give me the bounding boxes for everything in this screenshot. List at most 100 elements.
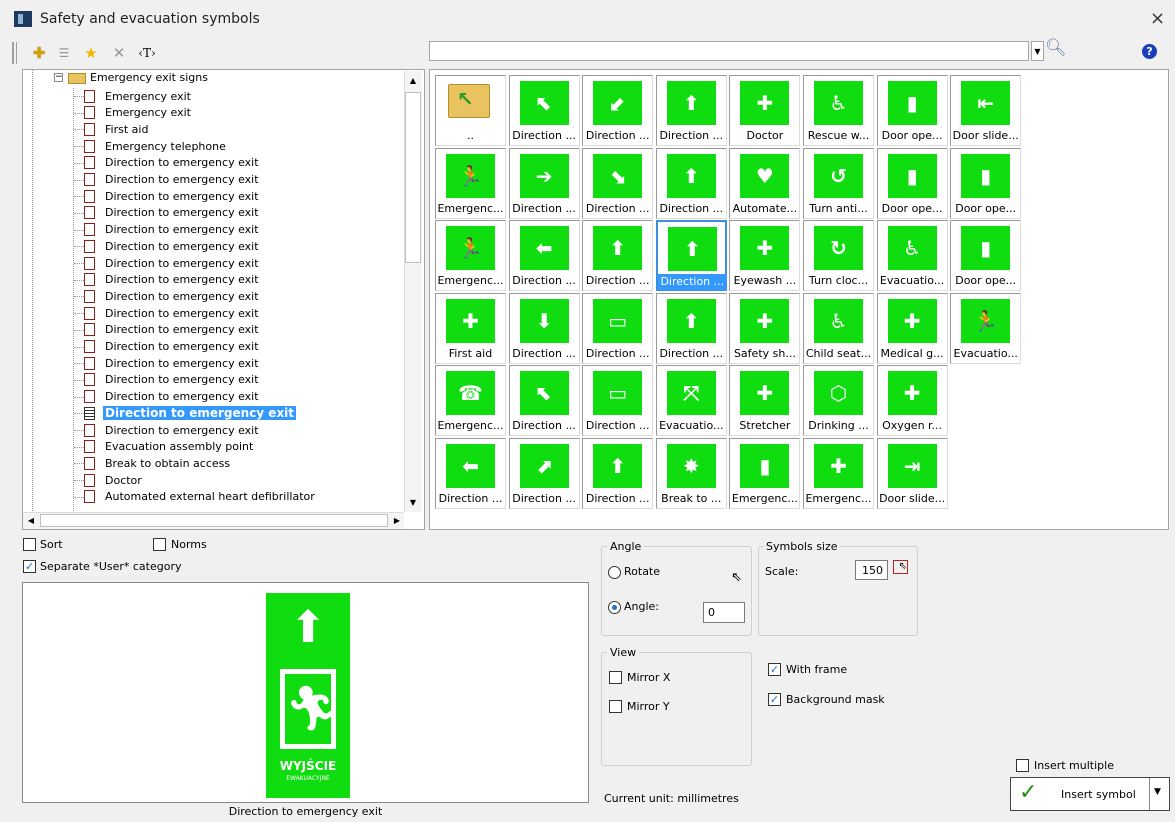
symbol-tile[interactable]: ⬆ Direction ... [655, 147, 727, 219]
angle-input[interactable]: 0 [703, 602, 745, 623]
chevron-down-icon[interactable]: ▼ [1154, 787, 1161, 797]
close-icon[interactable]: × [1150, 8, 1165, 29]
insert-symbol-button[interactable]: ✓ Insert symbol ▼ [1010, 777, 1170, 811]
symbol-tile[interactable]: ♿ Child seat... [803, 292, 874, 364]
tree-item[interactable]: Direction to emergency exit [53, 255, 261, 271]
delete-icon[interactable]: ✕ [108, 42, 130, 64]
symbol-tile[interactable]: ⬈ Direction ... [508, 437, 580, 509]
symbol-tile[interactable]: ⬆ Direction ... [655, 220, 727, 291]
pick-angle-icon[interactable]: ⇖ [731, 570, 742, 585]
symbol-tile[interactable]: ⬋ Direction ... [582, 75, 654, 146]
tree-item[interactable]: Break to obtain access [53, 455, 232, 471]
tree-item[interactable]: Direction to emergency exit [53, 322, 261, 338]
symbol-tile[interactable]: ▮ Door ope... [876, 75, 948, 146]
tree-category-label[interactable]: Emergency exit signs [90, 71, 208, 84]
symbol-tile[interactable]: ⬆ Direction ... [655, 75, 727, 146]
symbol-tile[interactable]: ⬅ Direction ... [508, 220, 580, 291]
mirror-x-checkbox[interactable] [609, 671, 622, 684]
symbol-tile[interactable]: ▮ Door ope... [876, 147, 948, 219]
mirror-y-checkbox[interactable] [609, 700, 622, 713]
tree-scroll-thumb[interactable] [405, 92, 421, 263]
insert-multiple-checkbox[interactable] [1016, 759, 1029, 772]
symbol-tile[interactable]: ▮ Door ope... [950, 220, 1022, 291]
toolbar-grip[interactable] [12, 42, 17, 64]
tree-item[interactable]: Direction to emergency exit [53, 389, 261, 405]
tree-item[interactable]: Direction to emergency exit [53, 238, 261, 254]
symbol-tile[interactable]: ⬆ Direction ... [655, 292, 727, 364]
tree-item[interactable]: Direction to emergency exit [53, 272, 261, 288]
symbol-tile[interactable]: ✸ Break to ... [655, 437, 727, 509]
symbol-tile[interactable]: ✚ Oxygen r... [876, 365, 948, 436]
symbol-tile[interactable]: ⬇ Direction ... [508, 292, 580, 364]
tree-item[interactable]: Doctor [53, 472, 144, 488]
background-mask-checkbox[interactable]: ✓ [768, 693, 781, 706]
symbol-tile[interactable]: ⬡ Drinking ... [803, 365, 874, 436]
help-icon[interactable]: ? [1142, 44, 1157, 59]
scroll-down-icon[interactable]: ▼ [405, 494, 421, 512]
symbol-tile[interactable]: ✚ Emergenc... [803, 437, 874, 509]
search-input[interactable] [429, 41, 1029, 61]
symbol-tile[interactable]: ✚ First aid [435, 292, 506, 364]
tree-item[interactable]: Direction to emergency exit [53, 355, 261, 371]
rotate-radio[interactable] [608, 566, 621, 579]
symbol-grid[interactable]: ↖.. ⬉ Direction ... ⬋ Direction ... ⬆ Directio… [429, 69, 1169, 530]
symbol-tile[interactable]: ♥ Automate... [729, 147, 801, 219]
tree-hscroll-thumb[interactable] [40, 514, 388, 527]
favorite-icon[interactable]: ★ [80, 42, 102, 64]
tree-item[interactable]: Automated external heart defibrillator [53, 489, 317, 505]
tree-item[interactable]: Direction to emergency exit [53, 205, 261, 221]
with-frame-checkbox[interactable]: ✓ [768, 663, 781, 676]
symbol-tile[interactable]: ⬉ Direction ... [508, 75, 580, 146]
symbol-tile[interactable]: 🏃 Emergenc... [435, 147, 506, 219]
tree-item[interactable]: Direction to emergency exit [53, 172, 261, 188]
tree-item[interactable]: First aid [53, 121, 150, 137]
collapse-icon[interactable]: − [54, 73, 63, 82]
symbol-tile[interactable]: ⬉ Direction ... [508, 365, 580, 436]
tree-item[interactable]: Direction to emergency exit [53, 372, 261, 388]
symbol-tile[interactable]: 🏃 Emergenc... [435, 220, 506, 291]
parent-folder-tile[interactable]: ↖.. [435, 75, 506, 146]
symbol-tile[interactable]: ☎ Emergenc... [435, 365, 506, 436]
tree-item[interactable]: Direction to emergency exit [53, 288, 261, 304]
sort-checkbox[interactable] [23, 538, 36, 551]
symbol-tile[interactable]: ▭ Direction ... [582, 292, 654, 364]
symbol-tile[interactable]: ⤧ Evacuatio... [655, 365, 727, 436]
tree-item[interactable]: Emergency telephone [53, 138, 228, 154]
category-tree[interactable]: − Emergency exit signs Emergency exit Eme… [22, 69, 425, 530]
add-icon[interactable]: ✚ [28, 42, 50, 64]
symbol-tile[interactable]: ✚ Medical g... [876, 292, 948, 364]
symbol-tile[interactable]: ⇤ Door slide... [950, 75, 1022, 146]
symbol-tile[interactable]: ▮ Door ope... [950, 147, 1022, 219]
symbol-tile[interactable]: ✚ Doctor [729, 75, 801, 146]
chevron-down-icon[interactable]: ▼ [1031, 41, 1044, 61]
text-icon[interactable]: ‹T› [136, 42, 158, 64]
symbol-tile[interactable]: ✚ Safety sh... [729, 292, 801, 364]
list-icon[interactable]: ☰ [53, 42, 75, 64]
symbol-tile[interactable]: ⇥ Door slide... [876, 437, 948, 509]
tree-item[interactable]: Direction to emergency exit [53, 422, 261, 438]
symbol-tile[interactable]: ↻ Turn cloc... [803, 220, 874, 291]
scroll-up-icon[interactable]: ▲ [405, 72, 421, 90]
tree-item[interactable]: Direction to emergency exit [53, 339, 261, 355]
tree-item[interactable]: Direction to emergency exit [53, 222, 261, 238]
symbol-tile[interactable]: 🏃 Evacuatio... [950, 292, 1022, 364]
scroll-right-icon[interactable]: ▶ [390, 512, 404, 529]
symbol-tile[interactable]: ➔ Direction ... [508, 147, 580, 219]
symbol-tile[interactable]: ▮ Emergenc... [729, 437, 801, 509]
tree-item[interactable]: Evacuation assembly point [53, 439, 255, 455]
symbol-tile[interactable]: ⬅ Direction ... [435, 437, 506, 509]
search-icon[interactable]: 🔍︎ [1045, 38, 1067, 58]
symbol-tile[interactable]: ♿ Rescue w... [803, 75, 874, 146]
tree-item[interactable]: Direction to emergency exit [53, 405, 297, 421]
pick-scale-icon[interactable]: ⇖ [893, 560, 908, 574]
scale-input[interactable]: 150 [855, 560, 888, 580]
norms-checkbox[interactable] [153, 538, 166, 551]
tree-item[interactable]: Direction to emergency exit [53, 305, 261, 321]
symbol-tile[interactable]: ⬆ Direction ... [582, 437, 654, 509]
symbol-tile[interactable]: ⬊ Direction ... [582, 147, 654, 219]
symbol-tile[interactable]: ✚ Stretcher [729, 365, 801, 436]
symbol-tile[interactable]: ♿ Evacuatio... [876, 220, 948, 291]
symbol-tile[interactable]: ✚ Eyewash ... [729, 220, 801, 291]
tree-item[interactable]: Direction to emergency exit [53, 155, 261, 171]
symbol-tile[interactable]: ↺ Turn anti... [803, 147, 874, 219]
